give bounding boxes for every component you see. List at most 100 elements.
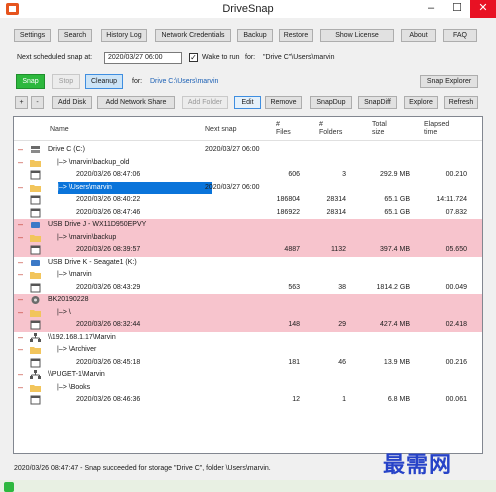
row-files: 186922 (276, 208, 300, 216)
snapshot-row[interactable]: 2020/03/26 08:39:57 4887 1132 397.4 MB 05.65… (14, 244, 482, 257)
storage-row[interactable]: – BK20190228 (14, 294, 482, 307)
storage-row[interactable]: – Drive C (C:) 2020/03/27 06:00 (14, 144, 482, 157)
row-size: 1814.2 GB (376, 283, 410, 291)
row-size: 397.4 MB (380, 246, 410, 253)
tree-collapse-toggle[interactable]: – (18, 382, 23, 393)
network-credentials-button[interactable]: Network Credentials (155, 29, 231, 42)
action-target-link[interactable]: Drive C:\Users\marvin (150, 78, 218, 85)
history-log-button[interactable]: History Log (101, 29, 147, 42)
snapdup-button[interactable]: SnapDup (310, 96, 352, 109)
snapshot-row[interactable]: 2020/03/26 08:43:29 563 38 1814.2 GB 00.049 (14, 282, 482, 295)
tree-collapse-toggle[interactable]: – (18, 269, 23, 280)
expand-all-button[interactable]: + (15, 96, 28, 109)
column-name[interactable]: Name (50, 126, 69, 134)
action-for-label: for: (132, 78, 143, 85)
row-name: |–> \marvin (57, 271, 92, 278)
show-license-button[interactable]: Show License (320, 29, 394, 42)
search-button[interactable]: Search (58, 29, 92, 42)
storage-row[interactable]: – USB Drive J - WX11D950EPVY (14, 219, 482, 232)
snapshot-row[interactable]: 2020/03/26 08:47:06 606 3 292.9 MB 00.210 (14, 169, 482, 182)
refresh-button[interactable]: Refresh (444, 96, 478, 109)
remove-button[interactable]: Remove (265, 96, 302, 109)
folder-row[interactable]: – |–> \marvin (14, 269, 482, 282)
row-name: 2020/03/26 08:46:36 (76, 396, 141, 403)
column-size[interactable]: size (372, 129, 384, 137)
explore-button[interactable]: Explore (404, 96, 438, 109)
column-next-snap[interactable]: Next snap (205, 126, 237, 134)
next-snap-label: Next scheduled snap at: (17, 54, 93, 61)
folder-row[interactable]: – |–> \marvin\backup_old (14, 157, 482, 170)
add-network-share-button[interactable]: Add Network Share (97, 96, 175, 109)
backup-button[interactable]: Backup (237, 29, 273, 42)
tree-collapse-toggle[interactable]: – (18, 344, 23, 355)
faq-button[interactable]: FAQ (443, 29, 477, 42)
settings-button[interactable]: Settings (14, 29, 51, 42)
snap-button[interactable]: Snap (16, 74, 45, 89)
tree-collapse-toggle[interactable]: – (18, 332, 23, 343)
folder-row[interactable]: – |–> \ (14, 306, 482, 319)
tree-collapse-toggle[interactable]: – (18, 157, 23, 168)
collapse-all-button[interactable]: - (31, 96, 44, 109)
snapshot-tree-grid[interactable]: Name Next snap # Files # Folders Total s… (13, 116, 483, 454)
tree-collapse-toggle[interactable]: – (18, 232, 23, 243)
snap-explorer-button[interactable]: Snap Explorer (420, 75, 478, 88)
add-folder-button[interactable]: Add Folder (182, 96, 228, 109)
storage-row[interactable]: – \\PUGET-1\Marvin (14, 369, 482, 382)
restore-button[interactable]: Restore (279, 29, 313, 42)
tree-collapse-toggle[interactable]: – (18, 307, 23, 318)
about-button[interactable]: About (401, 29, 436, 42)
schedule-for-label: for: (245, 54, 256, 61)
column-time[interactable]: time (424, 129, 437, 137)
snapshot-row[interactable]: 2020/03/26 08:40:22 186804 28314 65.1 GB 14:… (14, 194, 482, 207)
minimize-button[interactable]: – (418, 0, 444, 18)
folder-row[interactable]: – |–> \Archiver (14, 344, 482, 357)
storage-row[interactable]: – USB Drive K - Seagate1 (K:) (14, 257, 482, 270)
edit-button[interactable]: Edit (234, 96, 261, 109)
row-folders: 1132 (330, 246, 346, 253)
tree-collapse-toggle[interactable]: – (18, 219, 23, 230)
row-name: 2020/03/26 08:40:22 (76, 196, 141, 203)
snapshot-row[interactable]: 2020/03/26 08:46:36 12 1 6.8 MB 00.061 (14, 394, 482, 407)
row-name: 2020/03/26 08:39:57 (76, 246, 141, 253)
row-folders: 1 (342, 396, 346, 403)
folder-icon (30, 233, 41, 243)
stop-button[interactable]: Stop (52, 74, 80, 89)
folder-row[interactable]: – |–> \marvin\backup (14, 231, 482, 244)
snapshot-calendar-icon (30, 283, 41, 293)
column-folders-hash: # (319, 121, 323, 128)
close-button[interactable]: ✕ (470, 0, 496, 18)
add-disk-button[interactable]: Add Disk (52, 96, 92, 109)
row-elapsed: 00.216 (445, 358, 467, 366)
wake-to-run-checkbox[interactable]: ✓ (189, 53, 198, 62)
folder-row[interactable]: – |–> \Users\marvin 2020/03/27 06:00 (14, 181, 482, 195)
row-folders: 38 (338, 283, 346, 291)
row-elapsed: 02.418 (445, 321, 467, 328)
row-files: 4887 (284, 246, 300, 253)
row-name: |–> \marvin\backup (57, 233, 117, 241)
folder-icon (30, 158, 41, 168)
tree-collapse-toggle[interactable]: – (18, 144, 23, 155)
snapshot-row[interactable]: 2020/03/26 08:32:44 148 29 427.4 MB 02.418 (14, 319, 482, 332)
row-name: |–> \Users\marvin (57, 183, 112, 191)
column-files[interactable]: Files (276, 129, 291, 137)
network-share-icon (30, 332, 41, 343)
folder-row[interactable]: – |–> \Books (14, 382, 482, 395)
disk-image-icon (30, 295, 41, 305)
next-snap-datetime-field[interactable]: 2020/03/27 06:00 (104, 52, 182, 64)
snapshot-row[interactable]: 2020/03/26 08:47:46 186922 28314 65.1 GB 07.… (14, 207, 482, 220)
cleanup-button[interactable]: Cleanup (85, 74, 123, 89)
tree-collapse-toggle[interactable]: – (18, 257, 23, 268)
storage-row[interactable]: – \\192.168.1.17\Marvin (14, 332, 482, 345)
maximize-button[interactable]: ☐ (444, 0, 470, 18)
tree-collapse-toggle[interactable]: – (18, 369, 23, 380)
tree-collapse-toggle[interactable]: – (18, 294, 23, 305)
row-name: 2020/03/26 08:45:18 (76, 358, 141, 366)
column-folders[interactable]: Folders (319, 129, 342, 137)
snapshot-row[interactable]: 2020/03/26 08:45:18 181 46 13.9 MB 00.216 (14, 357, 482, 370)
usb-drive-icon (30, 258, 41, 268)
tree-collapse-toggle[interactable]: – (18, 182, 23, 193)
row-folders: 28314 (326, 196, 346, 203)
snapdiff-button[interactable]: SnapDiff (358, 96, 397, 109)
row-elapsed: 07.832 (445, 208, 467, 216)
column-total: Total (372, 121, 387, 128)
